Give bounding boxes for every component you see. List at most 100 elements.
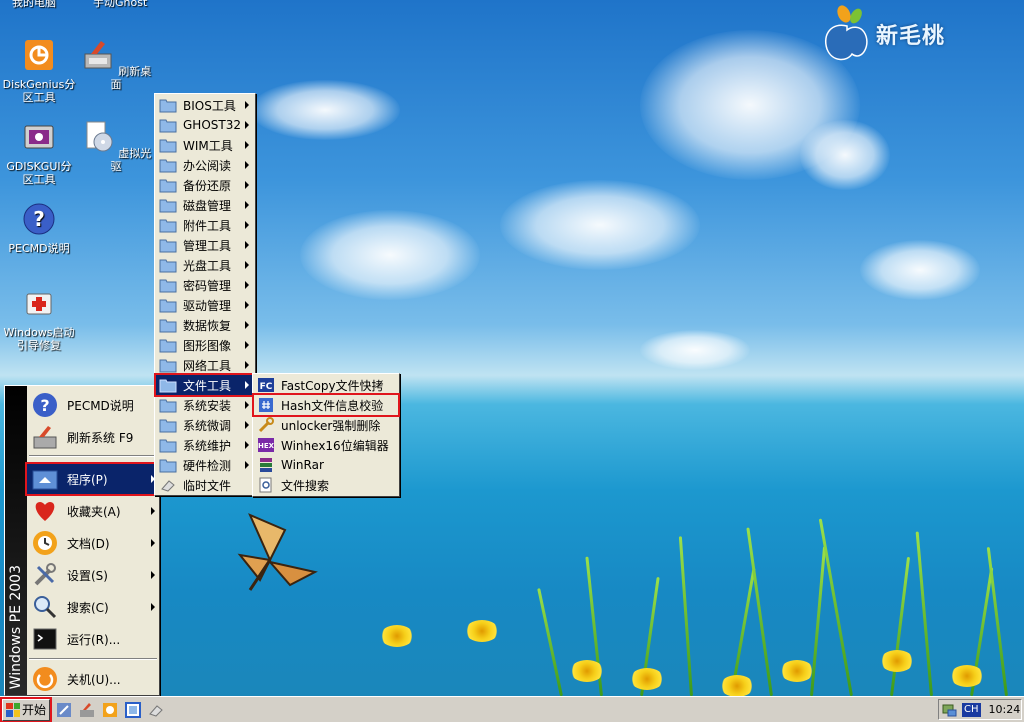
folder-icon [159, 199, 177, 213]
submenu-arrow-icon [151, 571, 155, 579]
folder-icon [159, 279, 177, 293]
programs-item-admin-tools[interactable]: 管理工具 [156, 235, 254, 255]
start-item-refresh-system[interactable]: 刷新系统 F9 [27, 422, 159, 452]
programs-item-wim-tools[interactable]: WIM工具 [156, 135, 254, 155]
start-item-search[interactable]: 搜索(C) [27, 592, 159, 622]
programs-item-disk-management[interactable]: 磁盘管理 [156, 195, 254, 215]
desktop-icon-label: 刷新桌面 [110, 65, 152, 91]
svg-text:?: ? [40, 396, 49, 415]
winrar-icon [260, 458, 272, 472]
desktop-label-my-computer: 我的电脑 [12, 0, 56, 9]
programs-item-graphics[interactable]: 图形图像 [156, 335, 254, 355]
programs-item-disc-tools[interactable]: 光盘工具 [156, 255, 254, 275]
quicklaunch-eraser-icon[interactable] [147, 701, 165, 719]
submenu-arrow-icon [245, 441, 249, 449]
file-tools-item-hash[interactable]: Hash文件信息校验 [252, 393, 400, 417]
folder-icon [159, 319, 177, 333]
file-tools-item-fastcopy[interactable]: FC FastCopy文件快拷 [254, 375, 398, 395]
submenu-arrow-icon [245, 201, 249, 209]
documents-icon [33, 531, 57, 555]
submenu-arrow-icon [245, 121, 249, 129]
programs-item-system-maintenance[interactable]: 系统维护 [156, 435, 254, 455]
start-item-programs[interactable]: 程序(P) [25, 462, 161, 496]
refresh-desktop-icon [84, 41, 112, 69]
file-tools-item-winrar[interactable]: WinRar [254, 455, 398, 475]
file-tools-item-winhex[interactable]: HEX Winhex16位编辑器 [254, 435, 398, 455]
desktop-icon-label: 虚拟光驱 [110, 147, 152, 173]
network-icon[interactable] [942, 702, 958, 718]
taskbar: 开始 CH 10:24 [0, 696, 1024, 722]
programs-item-ghost32[interactable]: GHOST32 [156, 115, 254, 135]
submenu-arrow-icon [245, 341, 249, 349]
desktop-icon-boot-repair[interactable]: Windows启动引导修复 [1, 286, 77, 352]
run-icon [33, 628, 57, 650]
file-search-icon [259, 477, 272, 493]
start-button[interactable]: 开始 [0, 696, 52, 722]
programs-item-temp-files[interactable]: 临时文件 [156, 475, 254, 495]
submenu-arrow-icon [245, 301, 249, 309]
programs-item-driver-management[interactable]: 驱动管理 [156, 295, 254, 315]
start-item-run[interactable]: 运行(R)... [27, 624, 159, 654]
file-tools-item-unlocker[interactable]: unlocker强制删除 [254, 415, 398, 435]
programs-item-data-recovery[interactable]: 数据恢复 [156, 315, 254, 335]
programs-item-password-management[interactable]: 密码管理 [156, 275, 254, 295]
diskgenius-icon [25, 40, 53, 70]
desktop-icon-label: DiskGenius分区工具 [2, 78, 76, 104]
file-tools-menu: FC FastCopy文件快拷 Hash文件信息校验 unlocker强制删除 H… [252, 373, 400, 497]
desktop-icon-refresh-desktop[interactable]: 刷新桌面 [78, 38, 154, 91]
eraser-icon [161, 480, 175, 492]
programs-item-office-reading[interactable]: 办公阅读 [156, 155, 254, 175]
submenu-arrow-icon [245, 421, 249, 429]
quicklaunch-tools-icon[interactable] [55, 701, 73, 719]
programs-item-backup-restore[interactable]: 备份还原 [156, 175, 254, 195]
file-tools-item-file-search[interactable]: 文件搜索 [254, 475, 398, 495]
programs-item-system-install[interactable]: 系统安装 [156, 395, 254, 415]
desktop-icon-gdiskgui[interactable]: GDISKGUI分区工具 [1, 120, 77, 186]
desktop-icon-diskgenius[interactable]: DiskGenius分区工具 [1, 38, 77, 104]
folder-icon [159, 379, 177, 393]
desktop-icon-pecmd-help[interactable]: ? PECMD说明 [1, 202, 77, 255]
folder-icon [159, 159, 177, 173]
submenu-arrow-icon [245, 321, 249, 329]
help-icon: ? [23, 203, 55, 235]
quicklaunch-window-icon[interactable] [124, 701, 142, 719]
desktop-icon-virtual-drive[interactable]: 虚拟光驱 [78, 120, 154, 173]
submenu-arrow-icon [151, 539, 155, 547]
logo-text: 新毛桃 [876, 24, 946, 49]
programs-item-file-tools[interactable]: 文件工具 [154, 373, 256, 397]
svg-text:?: ? [33, 207, 45, 231]
system-tray: CH 10:24 [938, 699, 1022, 720]
boot-repair-icon [26, 293, 52, 315]
help-icon: ? [33, 393, 57, 417]
programs-item-bios-tools[interactable]: BIOS工具 [156, 95, 254, 115]
folder-icon [159, 399, 177, 413]
refresh-icon [33, 426, 57, 449]
start-menu-banner: Windows PE 2003 [5, 386, 27, 695]
start-item-shutdown[interactable]: 关机(U)... [27, 664, 159, 694]
folder-icon [159, 139, 177, 153]
programs-item-system-tweaks[interactable]: 系统微调 [156, 415, 254, 435]
folder-icon [159, 119, 177, 133]
clock: 10:24 [988, 703, 1021, 716]
start-label: 开始 [22, 703, 47, 717]
hash-icon [259, 398, 273, 412]
search-icon [34, 596, 57, 619]
programs-item-hardware-detection[interactable]: 硬件检测 [156, 455, 254, 475]
start-item-documents[interactable]: 文档(D) [27, 528, 159, 558]
folder-icon [159, 439, 177, 453]
programs-item-network-tools[interactable]: 网络工具 [156, 355, 254, 375]
start-item-favorites[interactable]: 收藏夹(A) [27, 496, 159, 526]
start-menu-separator [29, 658, 157, 660]
submenu-arrow-icon [245, 101, 249, 109]
quicklaunch-explorer-icon[interactable] [101, 701, 119, 719]
folder-icon [159, 419, 177, 433]
submenu-arrow-icon [245, 261, 249, 269]
brand-logo: 新毛桃 [822, 4, 945, 64]
desktop-label-manual-ghost: 手动Ghost [93, 0, 148, 9]
shutdown-icon [33, 667, 57, 691]
programs-item-accessories[interactable]: 附件工具 [156, 215, 254, 235]
input-method-indicator[interactable]: CH [962, 702, 981, 717]
start-item-pecmd-help[interactable]: ? PECMD说明 [27, 390, 159, 420]
start-item-settings[interactable]: 设置(S) [27, 560, 159, 590]
quicklaunch-refresh-icon[interactable] [78, 701, 96, 719]
